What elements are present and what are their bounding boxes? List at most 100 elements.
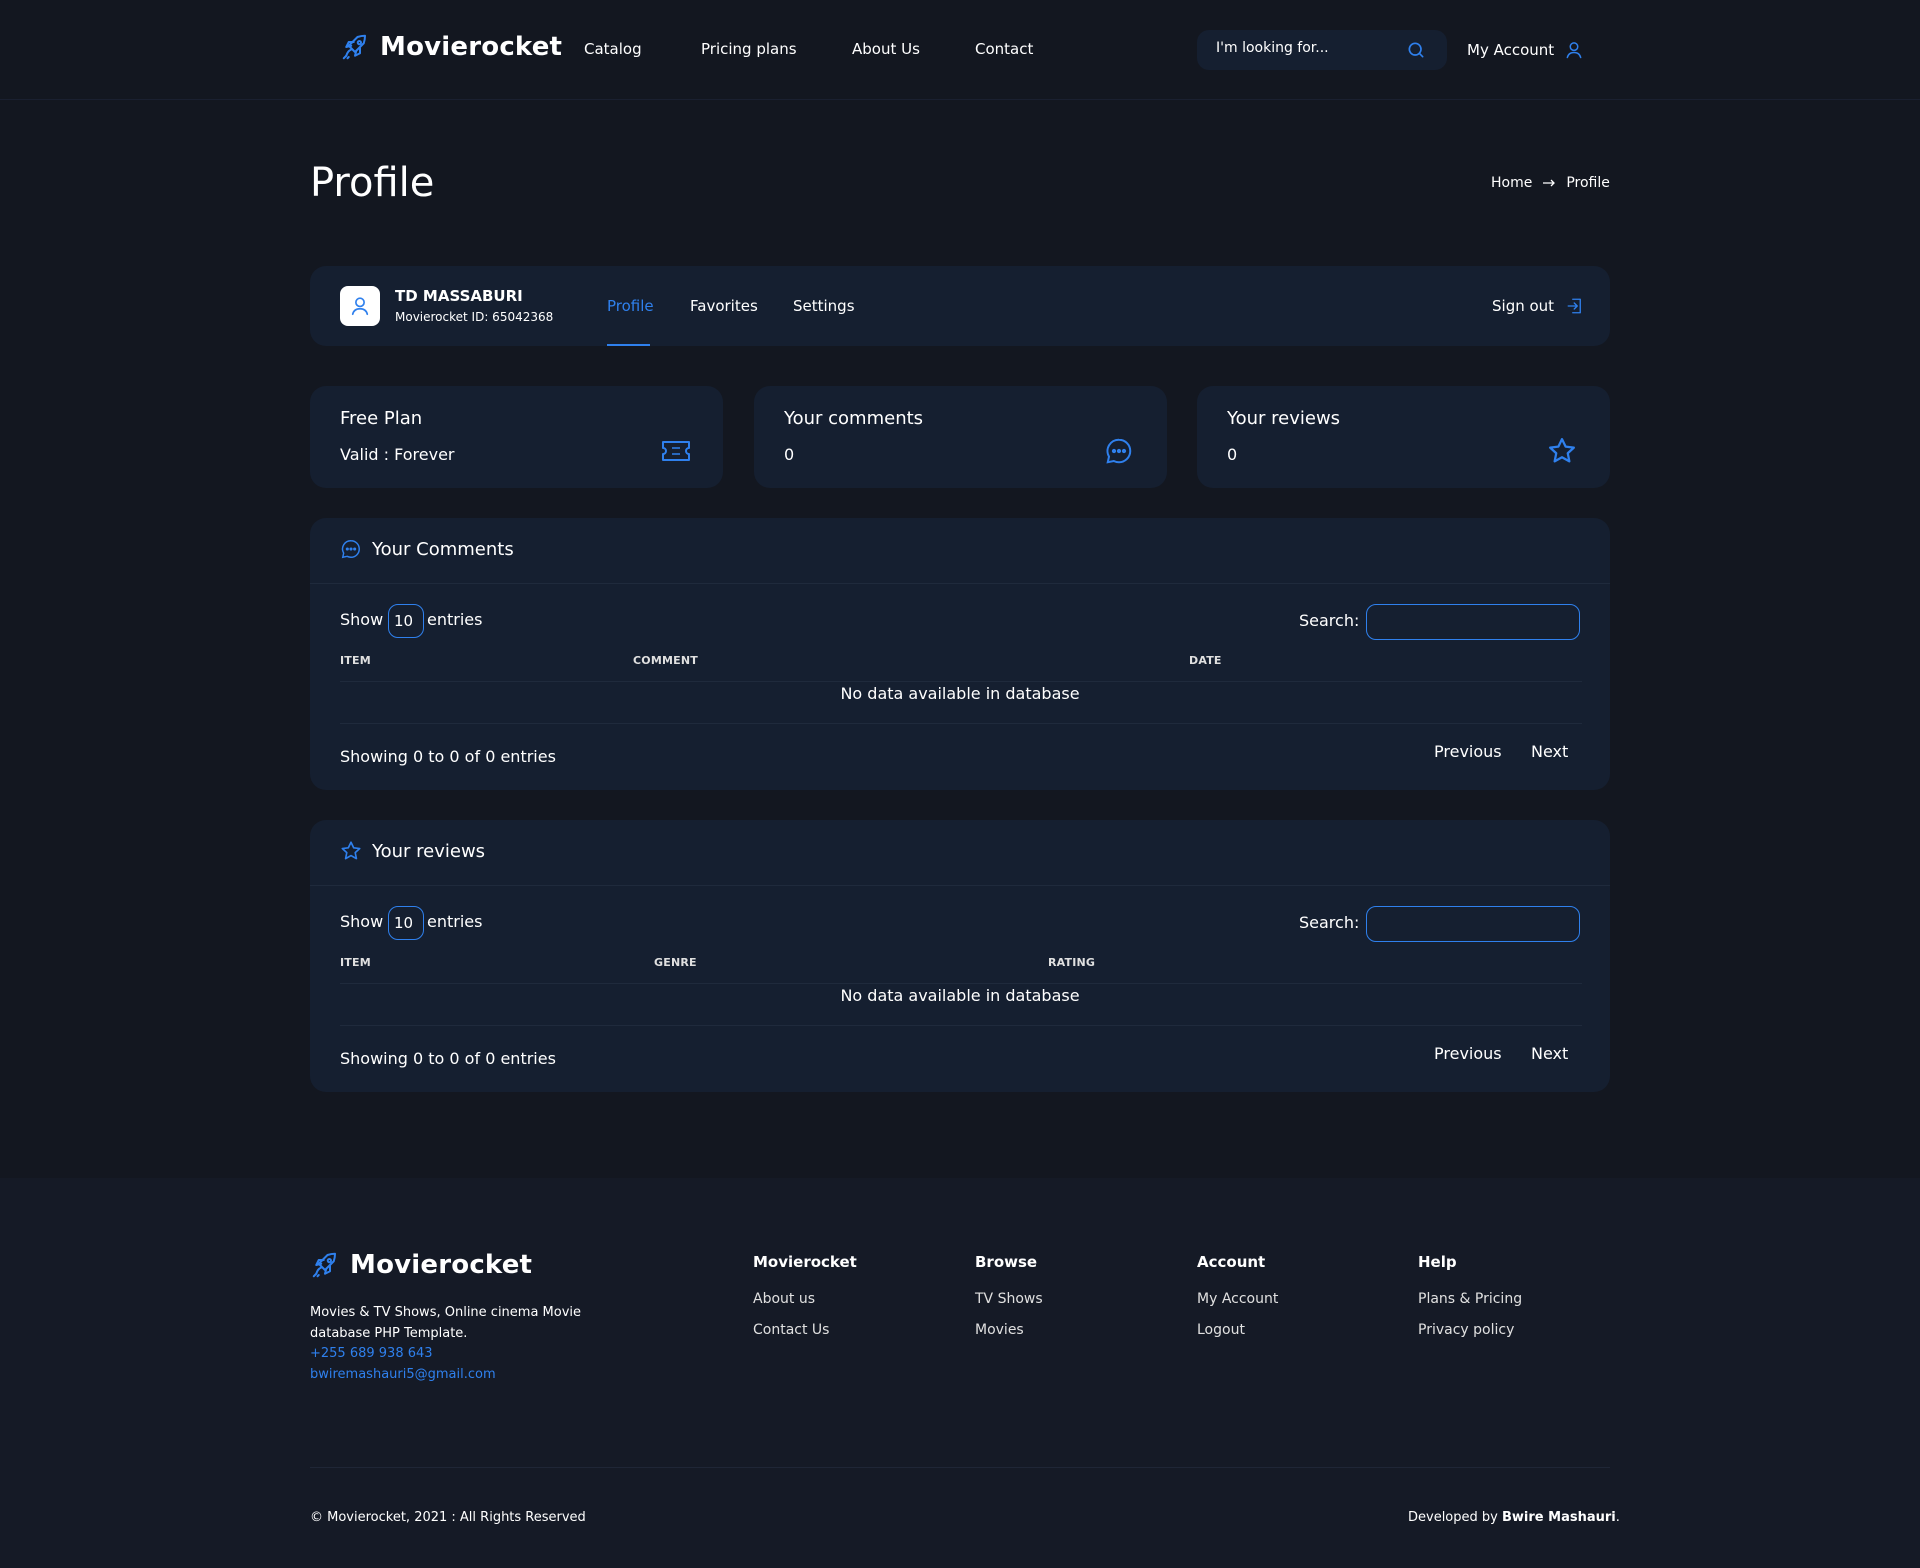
tab-favorites[interactable]: Favorites (690, 297, 758, 315)
copyright: © Movierocket, 2021 : All Rights Reserve… (310, 1510, 586, 1525)
nav-catalog[interactable]: Catalog (584, 40, 642, 58)
table-info: Showing 0 to 0 of 0 entries (340, 1049, 556, 1068)
footer-column-title: Help (1418, 1253, 1457, 1271)
footer-email[interactable]: bwiremashauri5@gmail.com (310, 1367, 496, 1382)
developer-credit: Developed by Bwire Mashauri. (1408, 1510, 1620, 1525)
table-search-input[interactable] (1366, 906, 1580, 942)
chat-bubble-icon (1104, 436, 1134, 466)
rocket-icon (310, 1250, 340, 1280)
tab-profile[interactable]: Profile (607, 297, 654, 315)
section-title: Your reviews (372, 840, 486, 862)
empty-table-message: No data available in database (840, 684, 1080, 703)
footer-logo[interactable]: Movierocket (310, 1250, 532, 1280)
previous-button[interactable]: Previous (1434, 1044, 1502, 1063)
table-divider (340, 723, 1582, 724)
footer-link-tv-shows[interactable]: TV Shows (975, 1291, 1043, 1307)
entries-label: entries (427, 610, 483, 629)
section-divider (310, 583, 1610, 584)
logo-text: Movierocket (380, 32, 563, 62)
header-logo[interactable]: Movierocket (340, 32, 562, 62)
star-icon (1547, 436, 1577, 466)
my-account-link[interactable]: My Account (1467, 40, 1584, 60)
footer-link-my-account[interactable]: My Account (1197, 1291, 1278, 1307)
search-icon[interactable] (1406, 40, 1426, 60)
breadcrumb-home[interactable]: Home (1491, 175, 1532, 191)
breadcrumb-current: Profile (1566, 175, 1610, 191)
footer-column-title: Browse (975, 1253, 1038, 1271)
section-divider (310, 885, 1610, 886)
developer-name[interactable]: Bwire Mashauri (1502, 1510, 1616, 1525)
comments-header: Your Comments (340, 538, 514, 560)
avatar (340, 286, 380, 326)
chat-bubble-icon (340, 538, 362, 560)
entries-select[interactable]: 10 (388, 906, 424, 940)
user-icon (349, 295, 371, 317)
stat-card-comments: Your comments 0 (754, 386, 1167, 488)
footer-phone[interactable]: +255 689 938 643 (310, 1346, 433, 1361)
page-title: Profile (310, 160, 435, 206)
sign-out-icon (1566, 297, 1584, 315)
sign-out-label: Sign out (1492, 297, 1555, 315)
next-button[interactable]: Next (1531, 1044, 1568, 1063)
entries-label: entries (427, 912, 483, 931)
user-icon (1564, 40, 1584, 60)
comments-panel: Your Comments Show 10 entries Search: IT… (310, 518, 1610, 790)
column-header[interactable]: DATE (1189, 654, 1222, 667)
previous-button[interactable]: Previous (1434, 742, 1502, 761)
column-header[interactable]: RATING (1048, 956, 1095, 969)
header-search (1197, 30, 1447, 70)
my-account-label: My Account (1467, 41, 1555, 59)
ticket-icon (661, 438, 691, 464)
site-footer (0, 1178, 1920, 1568)
footer-link-privacy-policy[interactable]: Privacy policy (1418, 1322, 1514, 1338)
arrow-right-icon (1542, 178, 1556, 188)
search-label: Search: (1299, 611, 1360, 630)
stat-value: Valid : Forever (340, 445, 455, 464)
rocket-icon (340, 32, 370, 62)
column-header[interactable]: GENRE (654, 956, 697, 969)
developed-by-label: Developed by (1408, 1510, 1498, 1525)
table-info: Showing 0 to 0 of 0 entries (340, 747, 556, 766)
table-divider (340, 983, 1582, 984)
nav-contact[interactable]: Contact (975, 40, 1033, 58)
stat-title: Your reviews (1227, 408, 1341, 429)
stat-card-plan: Free Plan Valid : Forever (310, 386, 723, 488)
footer-link-contact-us[interactable]: Contact Us (753, 1322, 829, 1338)
column-header[interactable]: ITEM (340, 654, 371, 667)
stat-card-reviews: Your reviews 0 (1197, 386, 1610, 488)
entries-select[interactable]: 10 (388, 604, 424, 638)
show-label: Show (340, 610, 384, 629)
footer-link-logout[interactable]: Logout (1197, 1322, 1245, 1338)
footer-link-about-us[interactable]: About us (753, 1291, 815, 1307)
header-search-input[interactable] (1216, 40, 1406, 56)
table-search-input[interactable] (1366, 604, 1580, 640)
footer-divider (310, 1467, 1610, 1468)
profile-id: Movierocket ID: 65042368 (395, 310, 554, 324)
footer-link-plans-pricing[interactable]: Plans & Pricing (1418, 1291, 1522, 1307)
search-label: Search: (1299, 913, 1360, 932)
footer-description: Movies & TV Shows, Online cinema Movie d… (310, 1305, 582, 1341)
logo-text: Movierocket (350, 1250, 533, 1280)
stat-title: Free Plan (340, 408, 423, 429)
developer-suffix: . (1615, 1510, 1620, 1525)
stat-value: 0 (1227, 445, 1238, 464)
nav-about-us[interactable]: About Us (852, 40, 920, 58)
stat-title: Your comments (784, 408, 924, 429)
profile-bar: TD MASSABURI Movierocket ID: 65042368 Pr… (310, 266, 1610, 346)
next-button[interactable]: Next (1531, 742, 1568, 761)
table-divider (340, 681, 1582, 682)
footer-column-title: Account (1197, 1253, 1266, 1271)
column-header[interactable]: COMMENT (633, 654, 698, 667)
breadcrumb: Home Profile (1491, 175, 1610, 191)
table-divider (340, 1025, 1582, 1026)
sign-out-button[interactable]: Sign out (1492, 297, 1584, 315)
section-title: Your Comments (372, 538, 514, 560)
tab-settings[interactable]: Settings (793, 297, 855, 315)
stat-value: 0 (784, 445, 795, 464)
profile-name: TD MASSABURI (395, 287, 523, 305)
reviews-header: Your reviews (340, 840, 485, 862)
footer-link-movies[interactable]: Movies (975, 1322, 1024, 1338)
column-header[interactable]: ITEM (340, 956, 371, 969)
nav-pricing-plans[interactable]: Pricing plans (701, 40, 797, 58)
site-header: Movierocket Catalog Pricing plans About … (0, 0, 1920, 100)
